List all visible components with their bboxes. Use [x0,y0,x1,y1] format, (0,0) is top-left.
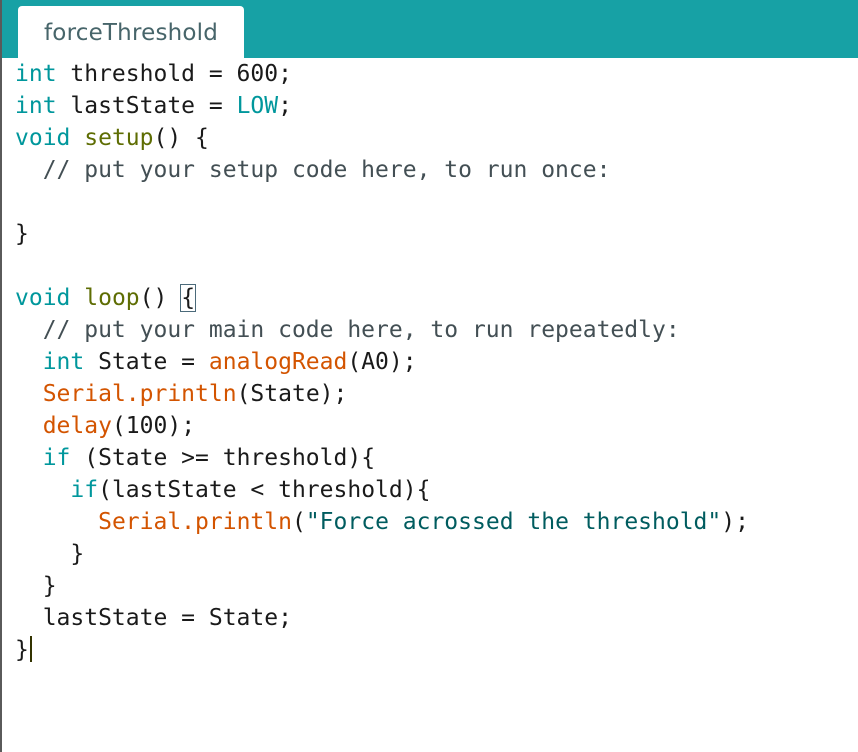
code-text: threshold = 600; [56,61,292,87]
code-text: ; [278,93,292,119]
code-line-6: } [15,218,29,250]
code-text: } [15,221,29,247]
code-comment: // put your setup code here, to run once… [15,157,611,183]
code-text: } [15,637,29,663]
code-line-10: int State = analogRead(A0); [15,346,417,378]
code-text: lastState = State; [15,605,292,631]
function-delay: delay [42,413,112,439]
code-text: (State); [236,381,348,407]
code-text: } [15,573,57,599]
code-line-2: int lastState = LOW; [15,90,292,122]
code-line-3: void setup() { [15,122,209,154]
constant-low: LOW [236,93,279,119]
code-text: ); [721,509,749,535]
function-loop: loop [84,285,140,311]
code-text: State = [84,349,209,375]
tab-forceThreshold[interactable]: forceThreshold [18,6,244,58]
keyword-void: void [15,125,71,151]
code-text: lastState = [56,93,237,119]
code-line-8: void loop() { [15,282,197,314]
code-comment: // put your main code here, to run repea… [15,317,680,343]
code-line-9: // put your main code here, to run repea… [15,314,680,346]
function-setup: setup [84,125,154,151]
code-line-4: // put your setup code here, to run once… [15,154,611,186]
code-text: ( [291,509,306,535]
code-text: () [139,285,182,311]
keyword-void: void [15,285,71,311]
code-line-14: if(lastState < threshold){ [15,474,430,506]
keyword-int: int [15,61,57,87]
code-line-17: } [15,570,57,602]
text-cursor [29,636,32,662]
function-serial-println: Serial.println [98,509,292,535]
code-text: (State >= threshold){ [70,445,376,471]
code-line-13: if (State >= threshold){ [15,442,375,474]
keyword-if: if [70,477,99,503]
code-line-1: int threshold = 600; [15,58,292,90]
string-literal: "Force acrossed the threshold" [305,509,722,535]
code-editor[interactable]: int threshold = 600; int lastState = LOW… [2,58,858,752]
code-text: (A0); [347,349,417,375]
code-line-16: } [15,538,84,570]
code-line-11: Serial.println(State); [15,378,348,410]
keyword-if: if [42,445,71,471]
matched-bracket: { [180,284,197,312]
tab-label: forceThreshold [44,20,219,46]
function-analogread: analogRead [208,349,348,375]
function-serial-println: Serial.println [42,381,237,407]
code-line-12: delay(100); [15,410,195,442]
keyword-int: int [42,349,85,375]
code-text: } [15,541,85,567]
code-text: (100); [111,413,196,439]
keyword-int: int [15,93,57,119]
code-line-19: } [15,634,32,666]
code-line-18: lastState = State; [15,602,292,634]
tab-bar: forceThreshold [2,0,858,58]
code-text: (lastState < threshold){ [98,477,431,503]
code-text: () { [153,125,209,151]
code-line-15: Serial.println("Force acrossed the thres… [15,506,749,538]
